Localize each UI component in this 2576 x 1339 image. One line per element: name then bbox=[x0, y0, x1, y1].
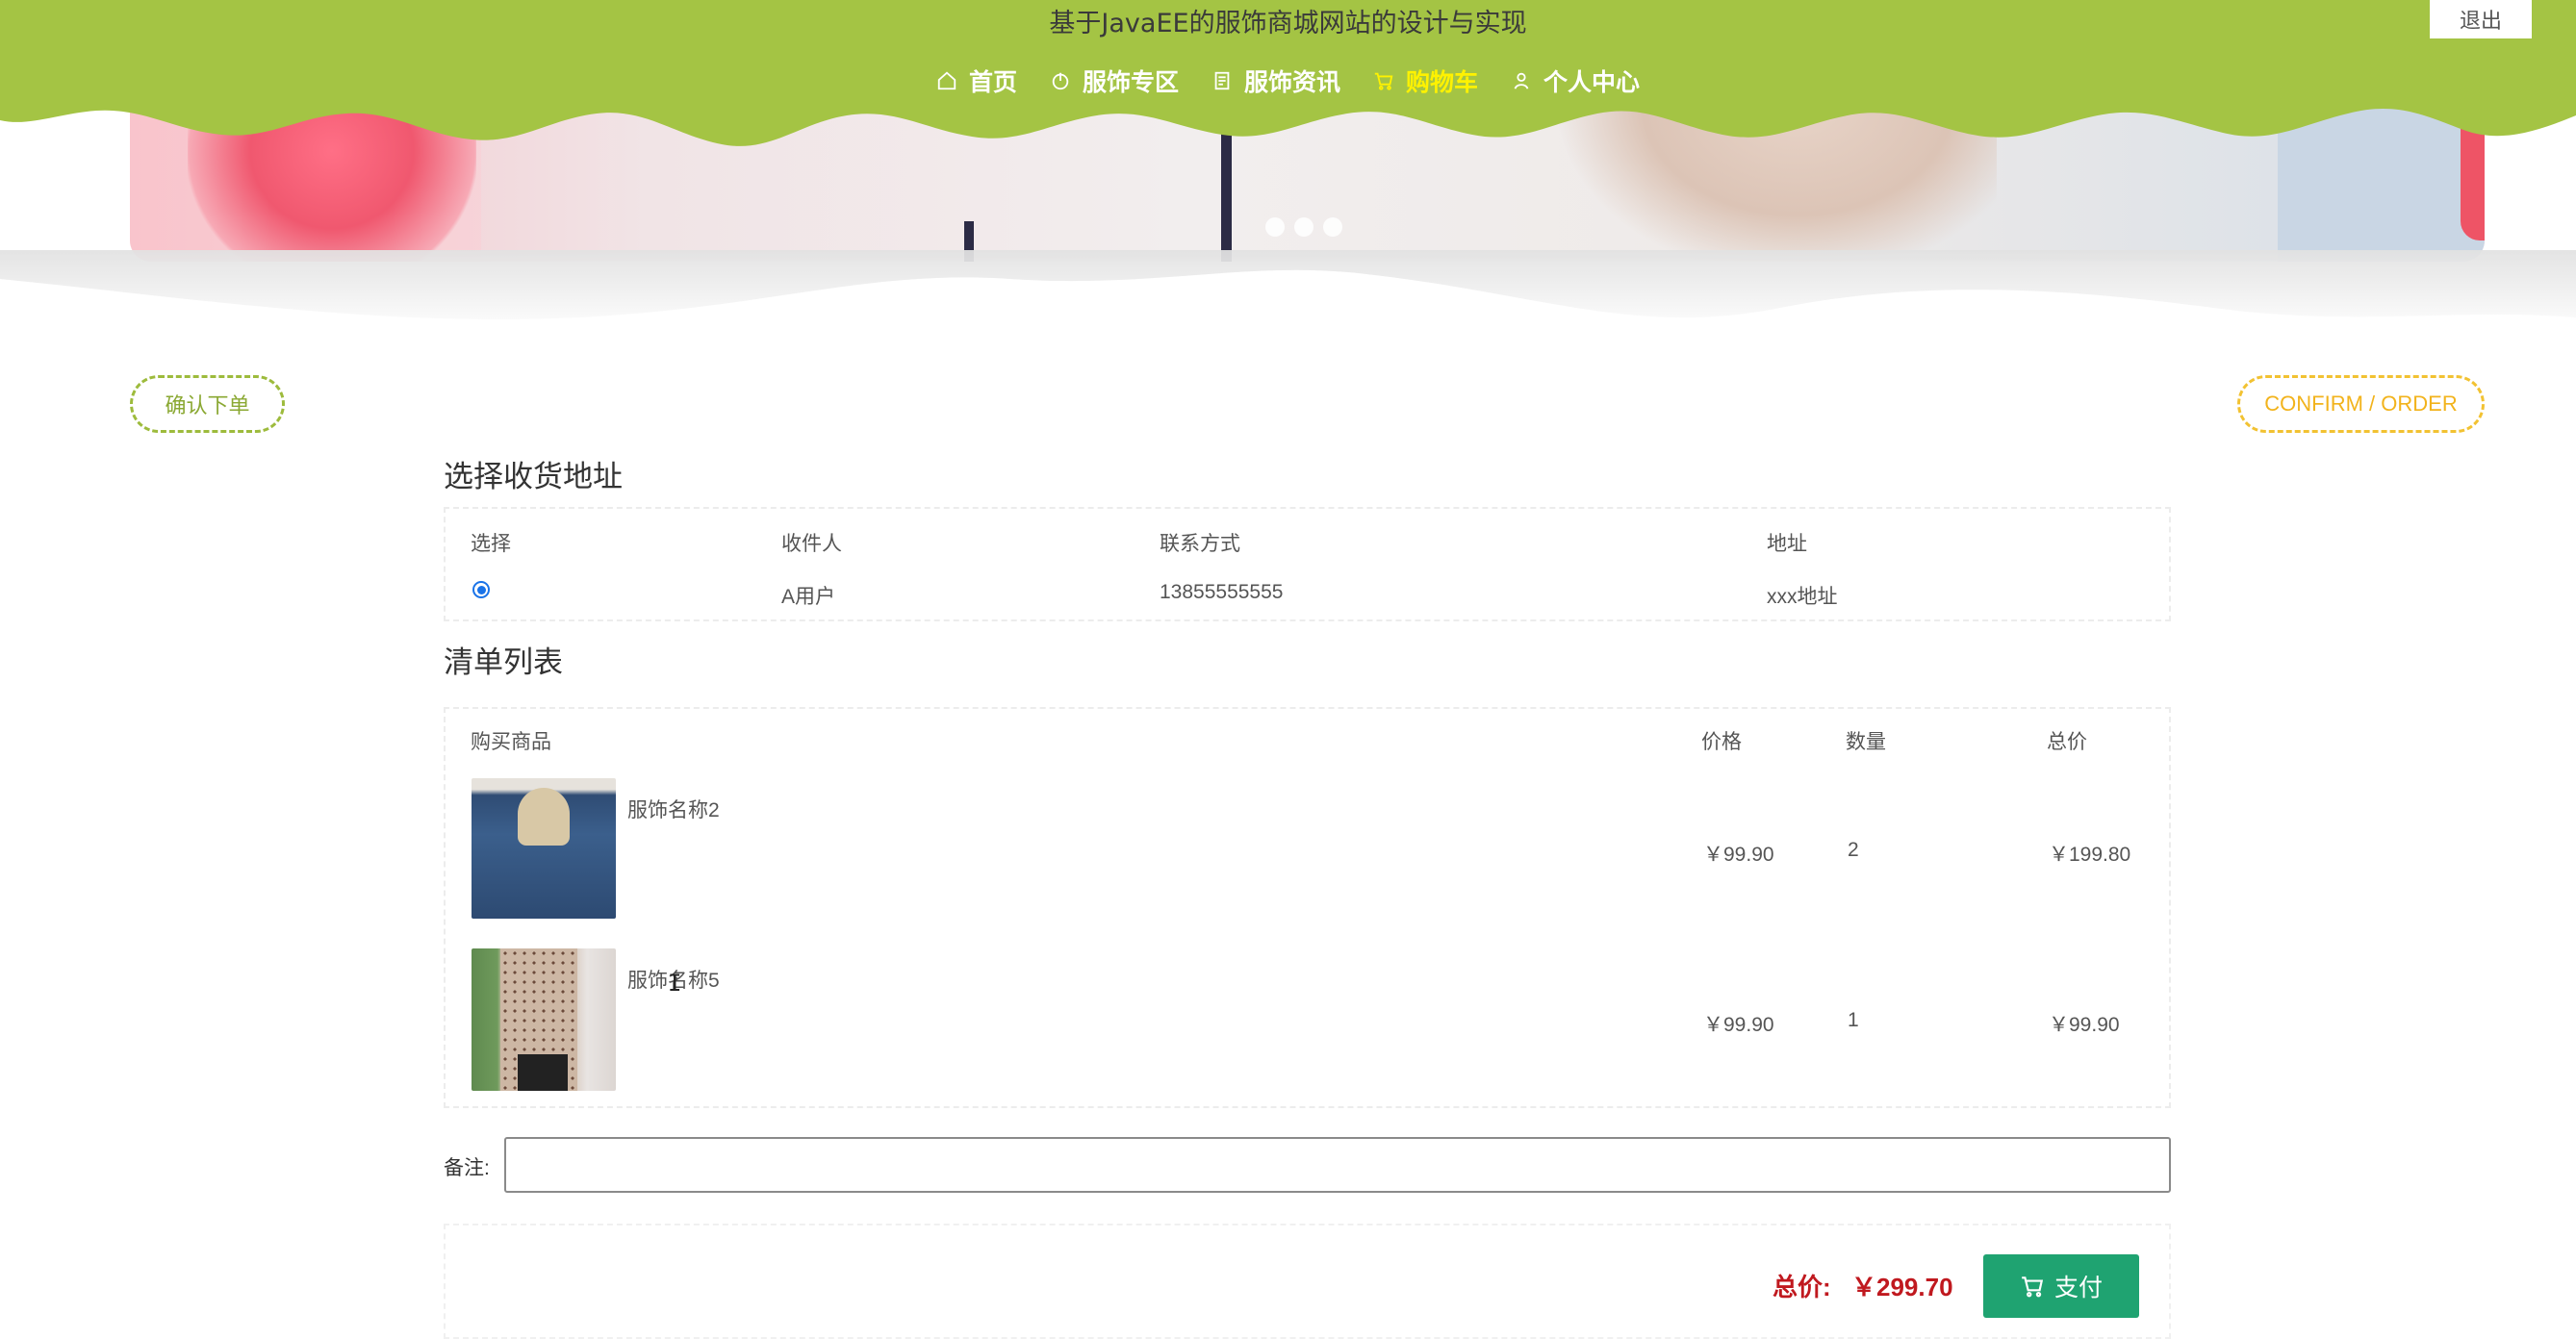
home-icon bbox=[937, 71, 956, 90]
order-header-product: 购买商品 bbox=[471, 731, 551, 753]
nav-profile-label: 个人中心 bbox=[1543, 69, 1641, 96]
order-header-subtotal: 总价 bbox=[2047, 731, 2087, 753]
nav-cart[interactable]: 购物车 bbox=[1373, 63, 1478, 98]
address-table: 选择 收件人 联系方式 地址 A用户 13855555555 xxx地址 bbox=[444, 507, 2171, 621]
total-label: 总价: bbox=[1773, 1273, 1831, 1301]
product-qty: 1 bbox=[1848, 1009, 1859, 1031]
product-image-leopard-coat[interactable] bbox=[472, 948, 616, 1091]
total-value: ￥299.70 bbox=[1851, 1273, 1953, 1301]
product-price: ￥99.90 bbox=[1703, 1014, 1774, 1036]
power-icon bbox=[1052, 72, 1069, 90]
nav-clothing-zone-label: 服饰专区 bbox=[1082, 69, 1179, 96]
cart-icon bbox=[1374, 72, 1393, 90]
site-title: 基于JavaEE的服饰商城网站的设计与实现 bbox=[1049, 9, 1527, 38]
order-list-table: 购买商品 价格 数量 总价 服饰名称2 ￥99.90 2 ￥199.80 服饰名… bbox=[444, 707, 2171, 1108]
order-header-qty: 数量 bbox=[1846, 731, 1886, 753]
order-list-title: 清单列表 bbox=[444, 645, 563, 680]
carousel-dot-2[interactable] bbox=[1294, 217, 1314, 237]
page-title-english: CONFIRM / ORDER bbox=[2237, 375, 2485, 433]
nav-home-label: 首页 bbox=[968, 69, 1017, 96]
cart-icon bbox=[2022, 1276, 2044, 1298]
carousel-dots bbox=[1265, 217, 1342, 237]
address-detail: xxx地址 bbox=[1767, 586, 1838, 608]
nav-news-label: 服饰资讯 bbox=[1243, 69, 1340, 96]
product-qty: 2 bbox=[1848, 839, 1859, 861]
cloth-wave-decoration bbox=[0, 250, 2576, 319]
remark-input[interactable] bbox=[504, 1137, 2171, 1193]
product-image-jacket[interactable] bbox=[472, 778, 616, 919]
text-cursor-icon: I bbox=[668, 970, 682, 997]
product-subtotal: ￥99.90 bbox=[2049, 1014, 2120, 1036]
order-header-price: 价格 bbox=[1701, 731, 1742, 753]
nav-clothing-zone[interactable]: 服饰专区 bbox=[1050, 63, 1179, 98]
main-nav: 首页 服饰专区 服饰资讯 购物车 个人中心 bbox=[0, 63, 2576, 98]
address-header-select: 选择 bbox=[471, 533, 511, 555]
product-price: ￥99.90 bbox=[1703, 844, 1774, 866]
address-header-phone: 联系方式 bbox=[1160, 533, 1240, 555]
user-icon bbox=[1514, 72, 1529, 89]
pay-button-label: 支付 bbox=[2053, 1275, 2103, 1301]
remark-label: 备注: bbox=[444, 1157, 490, 1179]
product-name[interactable]: 服饰名称2 bbox=[627, 795, 720, 823]
address-header-recipient: 收件人 bbox=[781, 533, 842, 555]
address-recipient: A用户 bbox=[781, 586, 836, 608]
nav-profile[interactable]: 个人中心 bbox=[1511, 63, 1640, 98]
address-select-radio[interactable] bbox=[472, 581, 490, 598]
carousel-dot-3[interactable] bbox=[1323, 217, 1342, 237]
product-subtotal: ￥199.80 bbox=[2049, 844, 2131, 866]
logout-button[interactable]: 退出 bbox=[2430, 0, 2532, 38]
address-phone: 13855555555 bbox=[1160, 581, 1284, 603]
nav-cart-label: 购物车 bbox=[1406, 69, 1479, 96]
address-header-address: 地址 bbox=[1767, 533, 1807, 555]
nav-home[interactable]: 首页 bbox=[936, 63, 1017, 98]
carousel-dot-1[interactable] bbox=[1265, 217, 1285, 237]
address-section-title: 选择收货地址 bbox=[444, 460, 623, 494]
nav-news[interactable]: 服饰资讯 bbox=[1211, 63, 1340, 98]
page-title: 确认下单 bbox=[130, 375, 285, 433]
news-icon bbox=[1214, 71, 1230, 90]
pay-button[interactable]: 支付 bbox=[1983, 1254, 2139, 1318]
